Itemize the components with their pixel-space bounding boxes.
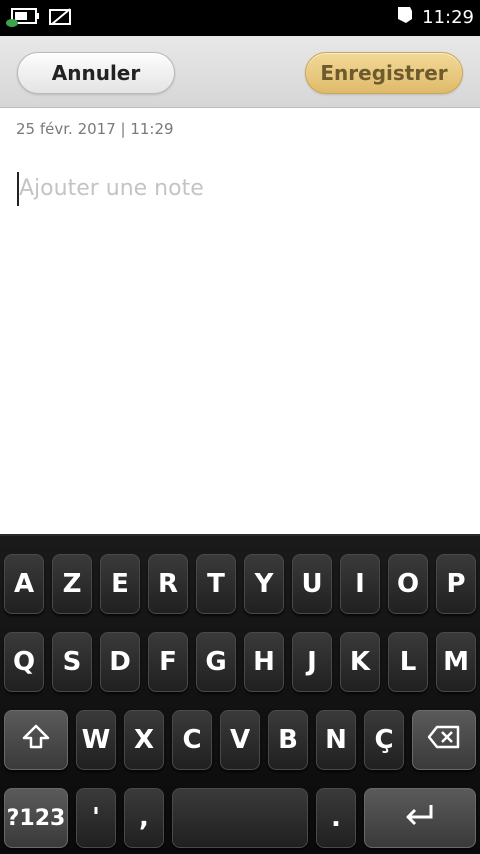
status-bar: 11:29 xyxy=(0,0,480,36)
on-screen-keyboard: A Z E R T Y U I O P Q S D F G H J K L M … xyxy=(0,534,480,854)
save-button[interactable]: Enregistrer xyxy=(305,52,463,94)
key-z[interactable]: Z xyxy=(52,554,92,614)
key-p[interactable]: P xyxy=(436,554,476,614)
key-s[interactable]: S xyxy=(52,632,92,692)
key-h[interactable]: H xyxy=(244,632,284,692)
note-date: 25 févr. 2017 | 11:29 xyxy=(16,120,174,138)
note-input-placeholder[interactable]: Ajouter une note xyxy=(19,176,204,201)
symbols-key[interactable]: ?123 xyxy=(4,788,68,848)
key-t[interactable]: T xyxy=(196,554,236,614)
key-i[interactable]: I xyxy=(340,554,380,614)
backspace-icon xyxy=(427,725,461,756)
key-m[interactable]: M xyxy=(436,632,476,692)
shift-icon xyxy=(21,723,51,758)
enter-key[interactable] xyxy=(364,788,476,848)
status-time: 11:29 xyxy=(422,6,474,28)
key-k[interactable]: K xyxy=(340,632,380,692)
key-e[interactable]: E xyxy=(100,554,140,614)
no-sim-icon xyxy=(48,6,74,32)
status-left-icons xyxy=(6,6,74,32)
key-b[interactable]: B xyxy=(268,710,308,770)
battery-charging-icon xyxy=(6,6,40,32)
notification-icon xyxy=(396,5,414,29)
key-u[interactable]: U xyxy=(292,554,332,614)
key-a[interactable]: A xyxy=(4,554,44,614)
key-comma[interactable]: , xyxy=(124,788,164,848)
space-key[interactable] xyxy=(172,788,308,848)
key-g[interactable]: G xyxy=(196,632,236,692)
key-n[interactable]: N xyxy=(316,710,356,770)
key-o[interactable]: O xyxy=(388,554,428,614)
key-w[interactable]: W xyxy=(76,710,116,770)
key-l[interactable]: L xyxy=(388,632,428,692)
key-q[interactable]: Q xyxy=(4,632,44,692)
key-j[interactable]: J xyxy=(292,632,332,692)
shift-key[interactable] xyxy=(4,710,68,770)
key-apostrophe[interactable]: ' xyxy=(76,788,116,848)
key-c[interactable]: C xyxy=(172,710,212,770)
status-right: 11:29 xyxy=(396,5,474,29)
key-y[interactable]: Y xyxy=(244,554,284,614)
cancel-button[interactable]: Annuler xyxy=(17,52,175,94)
backspace-key[interactable] xyxy=(412,710,476,770)
key-period[interactable]: . xyxy=(316,788,356,848)
key-d[interactable]: D xyxy=(100,632,140,692)
key-x[interactable]: X xyxy=(124,710,164,770)
key-c-cedilla[interactable]: Ç xyxy=(364,710,404,770)
key-r[interactable]: R xyxy=(148,554,188,614)
note-editor[interactable]: 25 févr. 2017 | 11:29 Ajouter une note xyxy=(0,108,480,534)
key-v[interactable]: V xyxy=(220,710,260,770)
key-f[interactable]: F xyxy=(148,632,188,692)
enter-icon xyxy=(403,802,437,835)
editor-header: Annuler Enregistrer xyxy=(0,36,480,108)
